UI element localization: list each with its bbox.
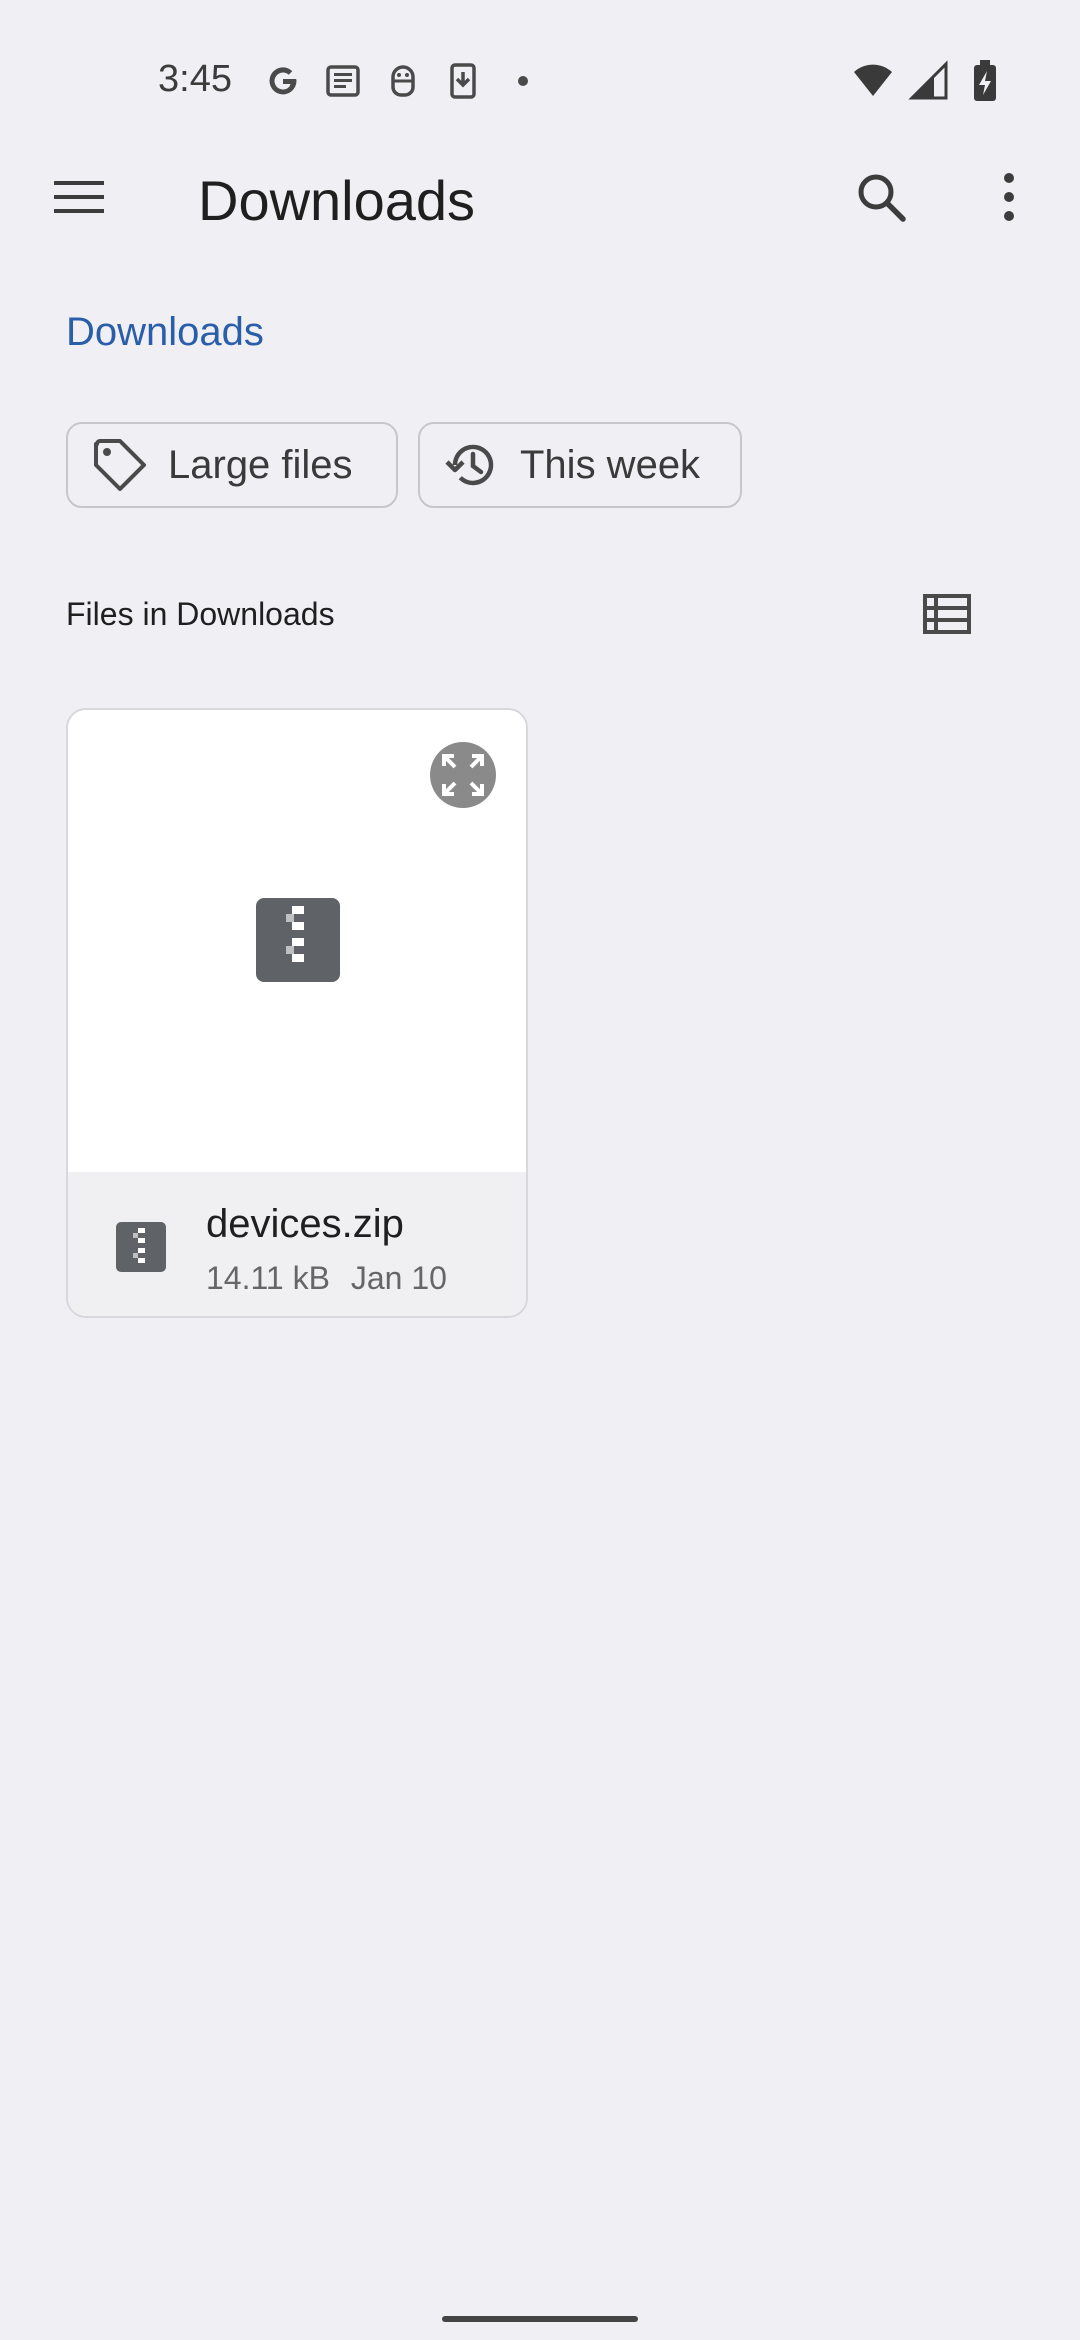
expand-preview-icon[interactable] — [430, 742, 496, 808]
file-name: devices.zip — [206, 1202, 404, 1246]
more-vert-icon[interactable] — [974, 162, 1044, 232]
file-date: Jan 10 — [350, 1260, 447, 1296]
android-icon — [382, 60, 424, 102]
file-info: devices.zip 14.11 kB Jan 10 — [68, 1172, 526, 1316]
hamburger-menu-icon[interactable] — [44, 162, 114, 232]
filter-chip-large-files[interactable]: Large files — [66, 422, 398, 508]
section-title: Files in Downloads — [66, 596, 335, 632]
file-card[interactable]: devices.zip 14.11 kB Jan 10 — [66, 708, 528, 1318]
status-system-icons — [852, 60, 1006, 102]
zip-file-icon — [256, 898, 340, 982]
filter-chip-this-week[interactable]: This week — [418, 422, 742, 508]
chip-label: Large files — [168, 442, 353, 487]
wifi-icon — [852, 60, 894, 102]
download-icon — [442, 60, 484, 102]
status-bar: 3:45 — [0, 0, 1080, 160]
chip-label: This week — [520, 442, 701, 487]
tag-icon — [90, 435, 150, 495]
file-size: 14.11 kB — [206, 1260, 330, 1296]
file-meta: 14.11 kB Jan 10 — [206, 1260, 447, 1297]
breadcrumb[interactable]: Downloads — [66, 310, 264, 355]
battery-charging-icon — [964, 60, 1006, 102]
search-icon[interactable] — [846, 162, 916, 232]
gesture-navigation-bar[interactable] — [442, 2316, 638, 2322]
history-icon — [442, 435, 502, 495]
page-title: Downloads — [198, 169, 476, 232]
signal-icon — [908, 60, 950, 102]
status-notification-icons — [262, 60, 544, 102]
google-icon — [262, 60, 304, 102]
news-icon — [322, 60, 364, 102]
file-thumbnail — [68, 710, 526, 1172]
list-view-icon[interactable] — [914, 584, 980, 644]
dot-icon — [502, 60, 544, 102]
status-time: 3:45 — [158, 58, 232, 100]
zip-file-icon — [116, 1222, 166, 1272]
